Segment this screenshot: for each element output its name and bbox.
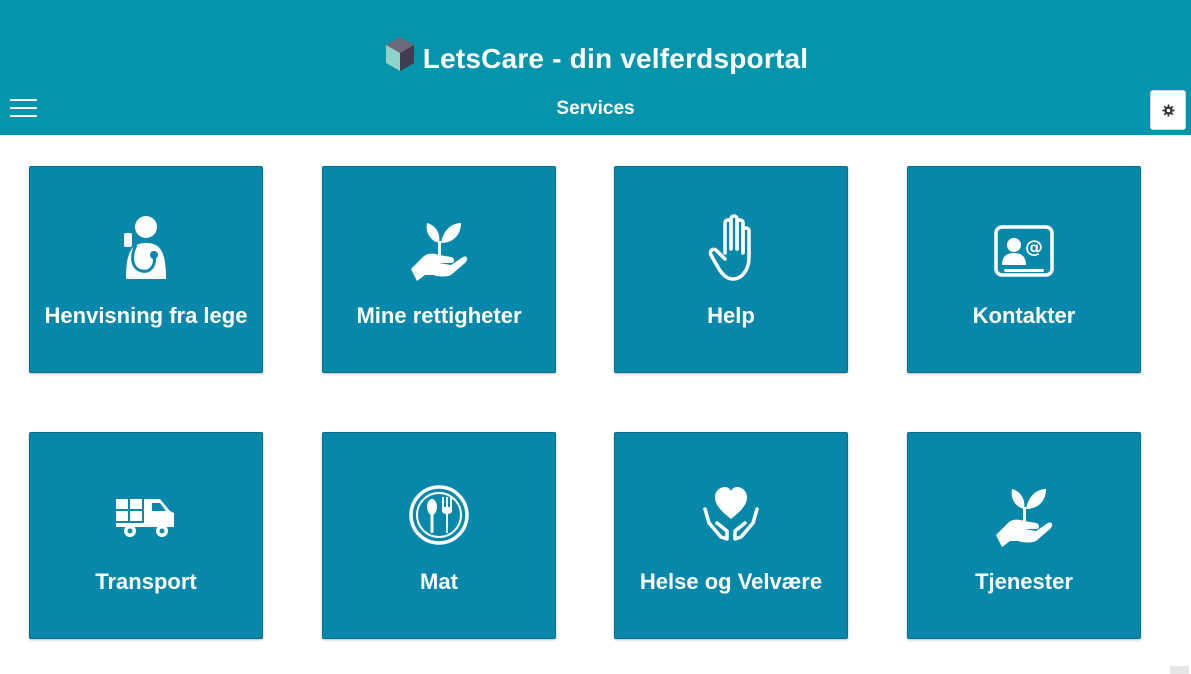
tile-label: Help [707, 303, 755, 328]
page-title: Services [556, 98, 635, 119]
tile-henvisning-fra-lege[interactable]: Henvisning fra lege [29, 166, 263, 373]
tile-label: Tjenester [975, 569, 1073, 594]
scroll-corner [1170, 666, 1189, 674]
gear-icon [1161, 103, 1175, 117]
hand-plant-icon [996, 489, 1053, 547]
tile-tjenester[interactable]: Tjenester [907, 432, 1141, 639]
raised-hand-icon [708, 214, 751, 281]
doctor-icon [124, 216, 166, 279]
settings-button[interactable] [1150, 90, 1186, 130]
tile-kontakter[interactable]: @ Kontakter [907, 166, 1141, 373]
hand-plant-icon [411, 223, 468, 281]
tile-label: Kontakter [972, 303, 1076, 328]
tile-mine-rettigheter[interactable]: Mine rettigheter [322, 166, 556, 373]
svg-text:@: @ [1025, 237, 1043, 258]
app-title: LetsCare - din velferdsportal [422, 43, 809, 74]
tile-label: Helse og Velvære [639, 569, 823, 594]
hands-heart-icon [703, 487, 759, 541]
delivery-truck-icon [116, 499, 174, 537]
brand: LetsCare - din velferdsportal [0, 34, 1191, 84]
contact-card-icon: @ [994, 225, 1054, 277]
tile-label: Mine rettigheter [356, 303, 522, 328]
tile-helse-og-velvaere[interactable]: Helse og Velvære [614, 432, 848, 639]
tile-transport[interactable]: Transport [29, 432, 263, 639]
hexagon-logo-icon [385, 37, 414, 71]
tile-label: Mat [420, 569, 458, 594]
tile-label: Henvisning fra lege [44, 303, 248, 328]
tile-label: Transport [95, 569, 197, 594]
tile-help[interactable]: Help [614, 166, 848, 373]
plate-cutlery-icon [409, 485, 469, 545]
tile-mat[interactable]: Mat [322, 432, 556, 639]
app-header: LetsCare - din velferdsportal Services [0, 0, 1191, 135]
